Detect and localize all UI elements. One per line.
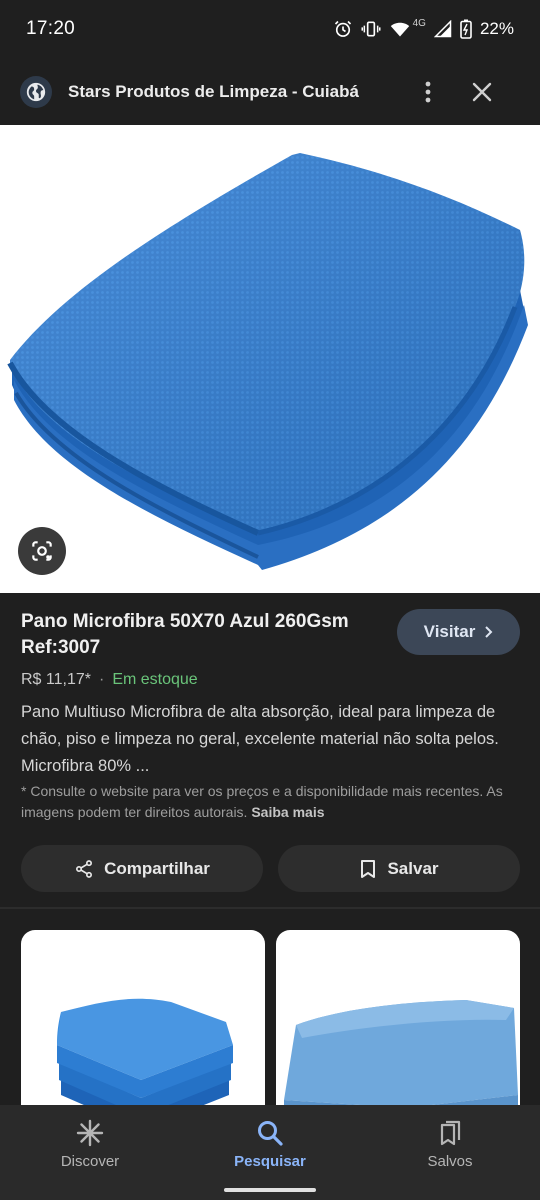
- related-card[interactable]: [21, 930, 265, 1105]
- network-type: 4G: [412, 17, 426, 29]
- nav-search-label: Pesquisar: [234, 1153, 306, 1170]
- bookmarks-icon: [440, 1120, 461, 1146]
- google-lens-button[interactable]: [18, 527, 66, 575]
- signal-icon: [433, 20, 452, 38]
- save-button[interactable]: Salvar: [278, 845, 520, 892]
- related-card[interactable]: [276, 930, 520, 1105]
- bottom-navigation: Discover Pesquisar Salvos: [0, 1105, 540, 1200]
- vibrate-icon: [361, 19, 381, 39]
- price-row: R$ 11,17* · Em estoque: [21, 671, 198, 689]
- site-title: Stars Produtos de Limpeza - Cuiabá: [68, 81, 359, 101]
- alarm-icon: [333, 19, 353, 39]
- close-icon[interactable]: [462, 72, 502, 112]
- google-lens-icon: [32, 541, 52, 561]
- save-label: Salvar: [387, 858, 439, 878]
- globe-icon: [20, 75, 52, 108]
- stock-status: Em estoque: [112, 671, 198, 688]
- product-price: R$ 11,17*: [21, 671, 91, 688]
- share-label: Compartilhar: [104, 858, 210, 878]
- more-vert-icon[interactable]: [408, 72, 448, 112]
- towel-illustration: [7, 153, 528, 570]
- price-separator: ·: [98, 671, 105, 688]
- product-title: Pano Microfibra 50X70 Azul 260Gsm Ref:30…: [21, 611, 349, 658]
- nav-discover-label: Discover: [60, 1153, 120, 1170]
- learn-more-link[interactable]: Saiba mais: [251, 804, 324, 820]
- visit-label: Visitar: [423, 622, 476, 641]
- chevron-right-icon: [485, 626, 493, 638]
- product-image[interactable]: [0, 125, 540, 593]
- bookmark-icon: [361, 859, 376, 878]
- product-description: Pano Multiuso Microfibra de alta absorçã…: [21, 703, 499, 775]
- price-notice: * Consulte o website para ver os preços …: [21, 781, 521, 823]
- nav-search[interactable]: Pesquisar: [180, 1105, 360, 1200]
- share-icon: [76, 859, 93, 878]
- asterisk-icon: [76, 1119, 104, 1147]
- battery-icon: [460, 19, 472, 39]
- status-time: 17:20: [26, 18, 76, 39]
- light-blue-cloth-image: [284, 1000, 518, 1105]
- site-title-bar: Stars Produtos de Limpeza - Cuiabá: [0, 58, 540, 125]
- status-bar: 17:20 4G 22%: [0, 0, 540, 58]
- battery-level: 22%: [479, 19, 514, 38]
- product-info-panel: Pano Microfibra 50X70 Azul 260Gsm Ref:30…: [0, 593, 540, 907]
- visit-button[interactable]: Visitar: [397, 609, 520, 655]
- share-button[interactable]: Compartilhar: [21, 845, 263, 892]
- nav-saved[interactable]: Salvos: [360, 1105, 540, 1200]
- wifi-icon: [389, 19, 411, 39]
- search-icon: [258, 1121, 283, 1146]
- stacked-cloths-image: [57, 998, 233, 1105]
- nav-saved-label: Salvos: [427, 1153, 473, 1170]
- related-results: [0, 909, 540, 1105]
- nav-discover[interactable]: Discover: [0, 1105, 180, 1200]
- status-icons: 4G 22%: [333, 17, 514, 39]
- home-indicator[interactable]: [224, 1188, 316, 1192]
